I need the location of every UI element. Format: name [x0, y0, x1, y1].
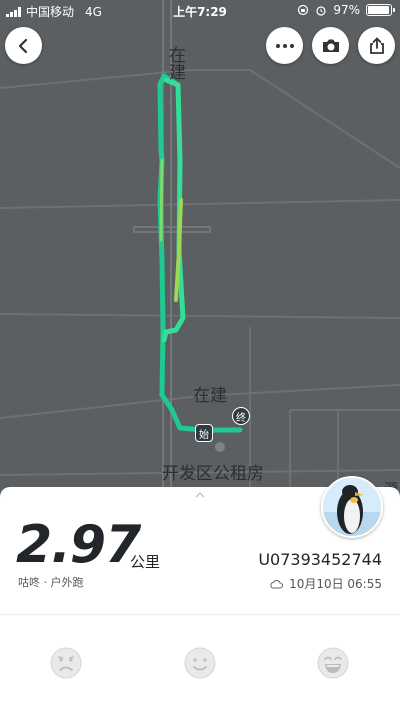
distance-unit: 公里 — [130, 553, 161, 571]
road-label-mid: 在建 — [193, 386, 227, 406]
divider — [0, 614, 400, 615]
start-marker[interactable]: 始 — [195, 424, 213, 442]
route-map[interactable]: 在建 在建 开发区公租房 源 始 终 — [0, 0, 400, 500]
place-label: 开发区公租房 — [162, 464, 264, 484]
distance-value: 2.97 — [16, 515, 141, 575]
run-id: U07393452744 — [258, 550, 382, 569]
sad-face-icon[interactable] — [49, 646, 83, 680]
share-icon — [369, 36, 384, 54]
more-icon — [275, 43, 294, 48]
camera-button[interactable] — [312, 27, 349, 64]
end-marker[interactable]: 终 — [232, 407, 250, 425]
status-bar: 中国移动 4G 上午7:29 97% — [0, 0, 400, 22]
rotation-lock-icon — [298, 4, 309, 16]
penguin-avatar-icon — [323, 478, 381, 536]
back-button[interactable] — [5, 27, 42, 64]
camera-icon — [322, 39, 339, 52]
run-date-text: 10月10日 06:55 — [289, 577, 382, 591]
more-button[interactable] — [266, 27, 303, 64]
user-activity-label: 咕咚 · 户外跑 — [18, 576, 84, 589]
alarm-icon — [316, 6, 326, 16]
run-date: 10月10日 06:55 — [269, 575, 382, 592]
road-label-top: 在建 — [165, 46, 185, 80]
cloud-icon — [270, 579, 284, 588]
smile-face-icon[interactable] — [183, 646, 217, 680]
battery-percent: 97% — [333, 3, 360, 17]
laugh-face-icon[interactable] — [316, 646, 350, 680]
chevron-up-icon[interactable] — [194, 491, 206, 499]
battery-icon — [366, 4, 395, 16]
share-button[interactable] — [358, 27, 395, 64]
avatar[interactable] — [321, 476, 383, 538]
back-arrow-icon — [18, 38, 27, 53]
